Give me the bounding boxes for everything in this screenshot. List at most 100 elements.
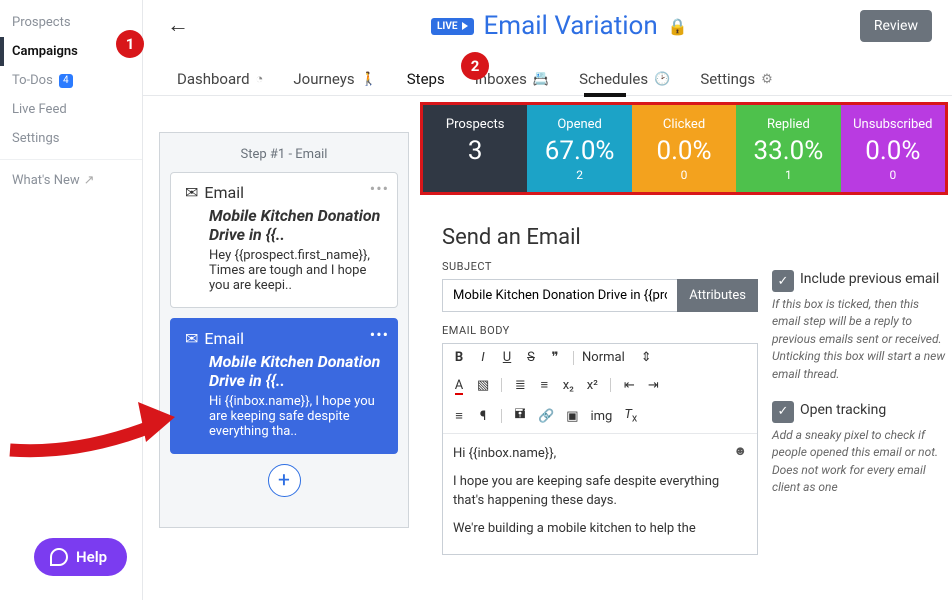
rich-text-editor: B I U S ❞ Normal⇕ A ▧ ≣ ≡ x₂ x² ⇤ ⇥ ≡ ¶ … (442, 343, 758, 555)
sidebar-item-prospects[interactable]: Prospects (0, 8, 142, 37)
toolbar-separator (501, 409, 502, 423)
envelope-icon: ✉ (185, 329, 198, 348)
card-more-icon[interactable]: ••• (370, 325, 389, 344)
stats-highlight-box: Prospects 3 Opened 67.0% 2 Clicked 0.0% … (420, 102, 948, 195)
live-status-pill[interactable]: LIVE (431, 18, 474, 35)
bold-button[interactable]: B (449, 348, 469, 367)
step-column: Step #1 - Email ••• ✉Email Mobile Kitche… (159, 132, 409, 528)
tab-bar: Dashboard◔ Journeys🚶 Steps Inboxes📇 Sche… (177, 70, 932, 96)
image-button[interactable]: ▣ (562, 407, 582, 426)
stat-subvalue: 2 (527, 168, 631, 182)
sidebar-item-campaigns[interactable]: Campaigns (0, 37, 142, 66)
sidebar-item-todos[interactable]: To-Dos 4 (0, 66, 142, 95)
link-button[interactable]: 🔗 (534, 407, 558, 426)
stats-bar: Prospects 3 Opened 67.0% 2 Clicked 0.0% … (423, 105, 945, 192)
stat-clicked[interactable]: Clicked 0.0% 0 (632, 105, 736, 192)
stat-value: 0.0% (632, 136, 736, 166)
card-more-icon[interactable]: ••• (370, 179, 389, 198)
tab-label: Settings (700, 70, 755, 88)
clear-format-button[interactable]: Tx (620, 405, 641, 427)
body-blank (453, 511, 747, 519)
stat-label: Unsubscribed (841, 117, 945, 132)
stat-value: 67.0% (527, 136, 631, 166)
email-card-label: Email (204, 329, 244, 348)
strike-button[interactable]: S (521, 348, 541, 367)
body-line: We're building a mobile kitchen to help … (453, 519, 747, 539)
outdent-button[interactable]: ⇤ (619, 376, 639, 395)
help-button[interactable]: Help (34, 538, 127, 576)
highlight-button[interactable]: ▧ (473, 376, 493, 395)
sidebar-item-label: To-Dos (12, 73, 53, 88)
stat-label: Prospects (423, 117, 527, 132)
external-link-icon: ↗ (84, 173, 95, 188)
hiker-icon: 🚶 (361, 72, 377, 87)
stat-label: Replied (736, 117, 840, 132)
clock-icon: 🕑 (654, 72, 670, 87)
option-description: Add a sneaky pixel to check if people op… (772, 427, 948, 497)
attachment-button[interactable]: 🖬 (510, 403, 530, 429)
quote-button[interactable]: ❞ (545, 348, 565, 367)
superscript-button[interactable]: x² (582, 376, 602, 395)
tab-dashboard[interactable]: Dashboard◔ (177, 70, 263, 96)
underline-button[interactable]: U (497, 348, 517, 367)
step-header: Step #1 - Email (170, 143, 398, 172)
add-step-button[interactable]: + (268, 464, 301, 497)
sidebar-item-settings[interactable]: Settings (0, 124, 142, 153)
subscript-button[interactable]: x₂ (558, 376, 578, 395)
sidebar-item-livefeed[interactable]: Live Feed (0, 95, 142, 124)
email-card-preview: Hey {{prospect.first_name}}, Times are t… (209, 248, 383, 293)
sidebar-separator (0, 159, 142, 160)
play-icon (462, 22, 468, 30)
include-previous-checkbox[interactable]: ✓ (772, 270, 794, 292)
stat-unsubscribed[interactable]: Unsubscribed 0.0% 0 (841, 105, 945, 192)
review-button[interactable]: Review (860, 10, 932, 42)
subject-label: SUBJECT (442, 260, 758, 273)
attributes-button[interactable]: Attributes (677, 279, 758, 312)
unordered-list-button[interactable]: ≡ (534, 375, 554, 395)
editor-toolbar: B I U S ❞ Normal⇕ A ▧ ≣ ≡ x₂ x² ⇤ ⇥ ≡ ¶ … (443, 344, 757, 434)
sidebar-item-label: Prospects (12, 15, 71, 30)
section-heading: Send an Email (442, 225, 758, 250)
email-card-preview: Hi {{inbox.name}}, I hope you are keepin… (209, 394, 383, 439)
align-button[interactable]: ≡ (449, 406, 469, 426)
stat-subvalue: 1 (736, 168, 840, 182)
paragraph-button[interactable]: ¶ (473, 407, 493, 426)
todo-count-badge: 4 (59, 74, 73, 88)
indent-button[interactable]: ⇥ (643, 376, 663, 395)
tab-journeys[interactable]: Journeys 🚶 (293, 70, 376, 96)
back-arrow-icon[interactable]: ← (167, 12, 189, 38)
email-card-1[interactable]: ••• ✉Email Mobile Kitchen Donation Drive… (170, 172, 398, 308)
tab-steps[interactable]: Steps (407, 70, 445, 96)
stat-replied[interactable]: Replied 33.0% 1 (736, 105, 840, 192)
stat-opened[interactable]: Opened 67.0% 2 (527, 105, 631, 192)
chat-bubble-icon (50, 548, 68, 566)
sidebar-item-label: Campaigns (12, 44, 78, 59)
sidebar-item-label: Live Feed (12, 102, 67, 117)
option-description: If this box is ticked, then this email s… (772, 296, 948, 383)
insert-image-button[interactable]: img (586, 407, 616, 426)
gear-icon: ⚙ (761, 72, 773, 87)
email-card-2[interactable]: ••• ✉Email Mobile Kitchen Donation Drive… (170, 318, 398, 454)
tab-settings[interactable]: Settings ⚙ (700, 70, 772, 96)
sidebar-item-label: Settings (12, 131, 59, 146)
emoji-icon[interactable]: ☻ (733, 442, 747, 462)
stat-value: 33.0% (736, 136, 840, 166)
open-tracking-checkbox[interactable]: ✓ (772, 401, 794, 423)
stat-subvalue: 0 (632, 168, 736, 182)
lock-icon[interactable]: 🔒 (668, 17, 688, 36)
subject-input[interactable] (442, 279, 677, 312)
tab-inboxes[interactable]: Inboxes📇 (475, 70, 549, 96)
open-tracking-option: ✓ Open tracking Add a sneaky pixel to ch… (772, 401, 948, 497)
stat-prospects[interactable]: Prospects 3 (423, 105, 527, 192)
options-column: ✓ Include previous email If this box is … (772, 270, 948, 515)
font-color-button[interactable]: A (449, 376, 469, 395)
tab-label: Inboxes (475, 70, 527, 88)
email-body-textarea[interactable]: ☻ Hi {{inbox.name}}, I hope you are keep… (443, 434, 757, 554)
tab-label: Journeys (293, 70, 354, 88)
format-select[interactable]: Normal⇕ (582, 350, 652, 365)
format-select-label: Normal (582, 350, 625, 365)
ordered-list-button[interactable]: ≣ (510, 376, 530, 395)
sidebar-item-whatsnew[interactable]: What's New ↗ (0, 166, 142, 195)
body-line: I hope you are keeping safe despite ever… (453, 472, 747, 511)
italic-button[interactable]: I (473, 348, 493, 367)
